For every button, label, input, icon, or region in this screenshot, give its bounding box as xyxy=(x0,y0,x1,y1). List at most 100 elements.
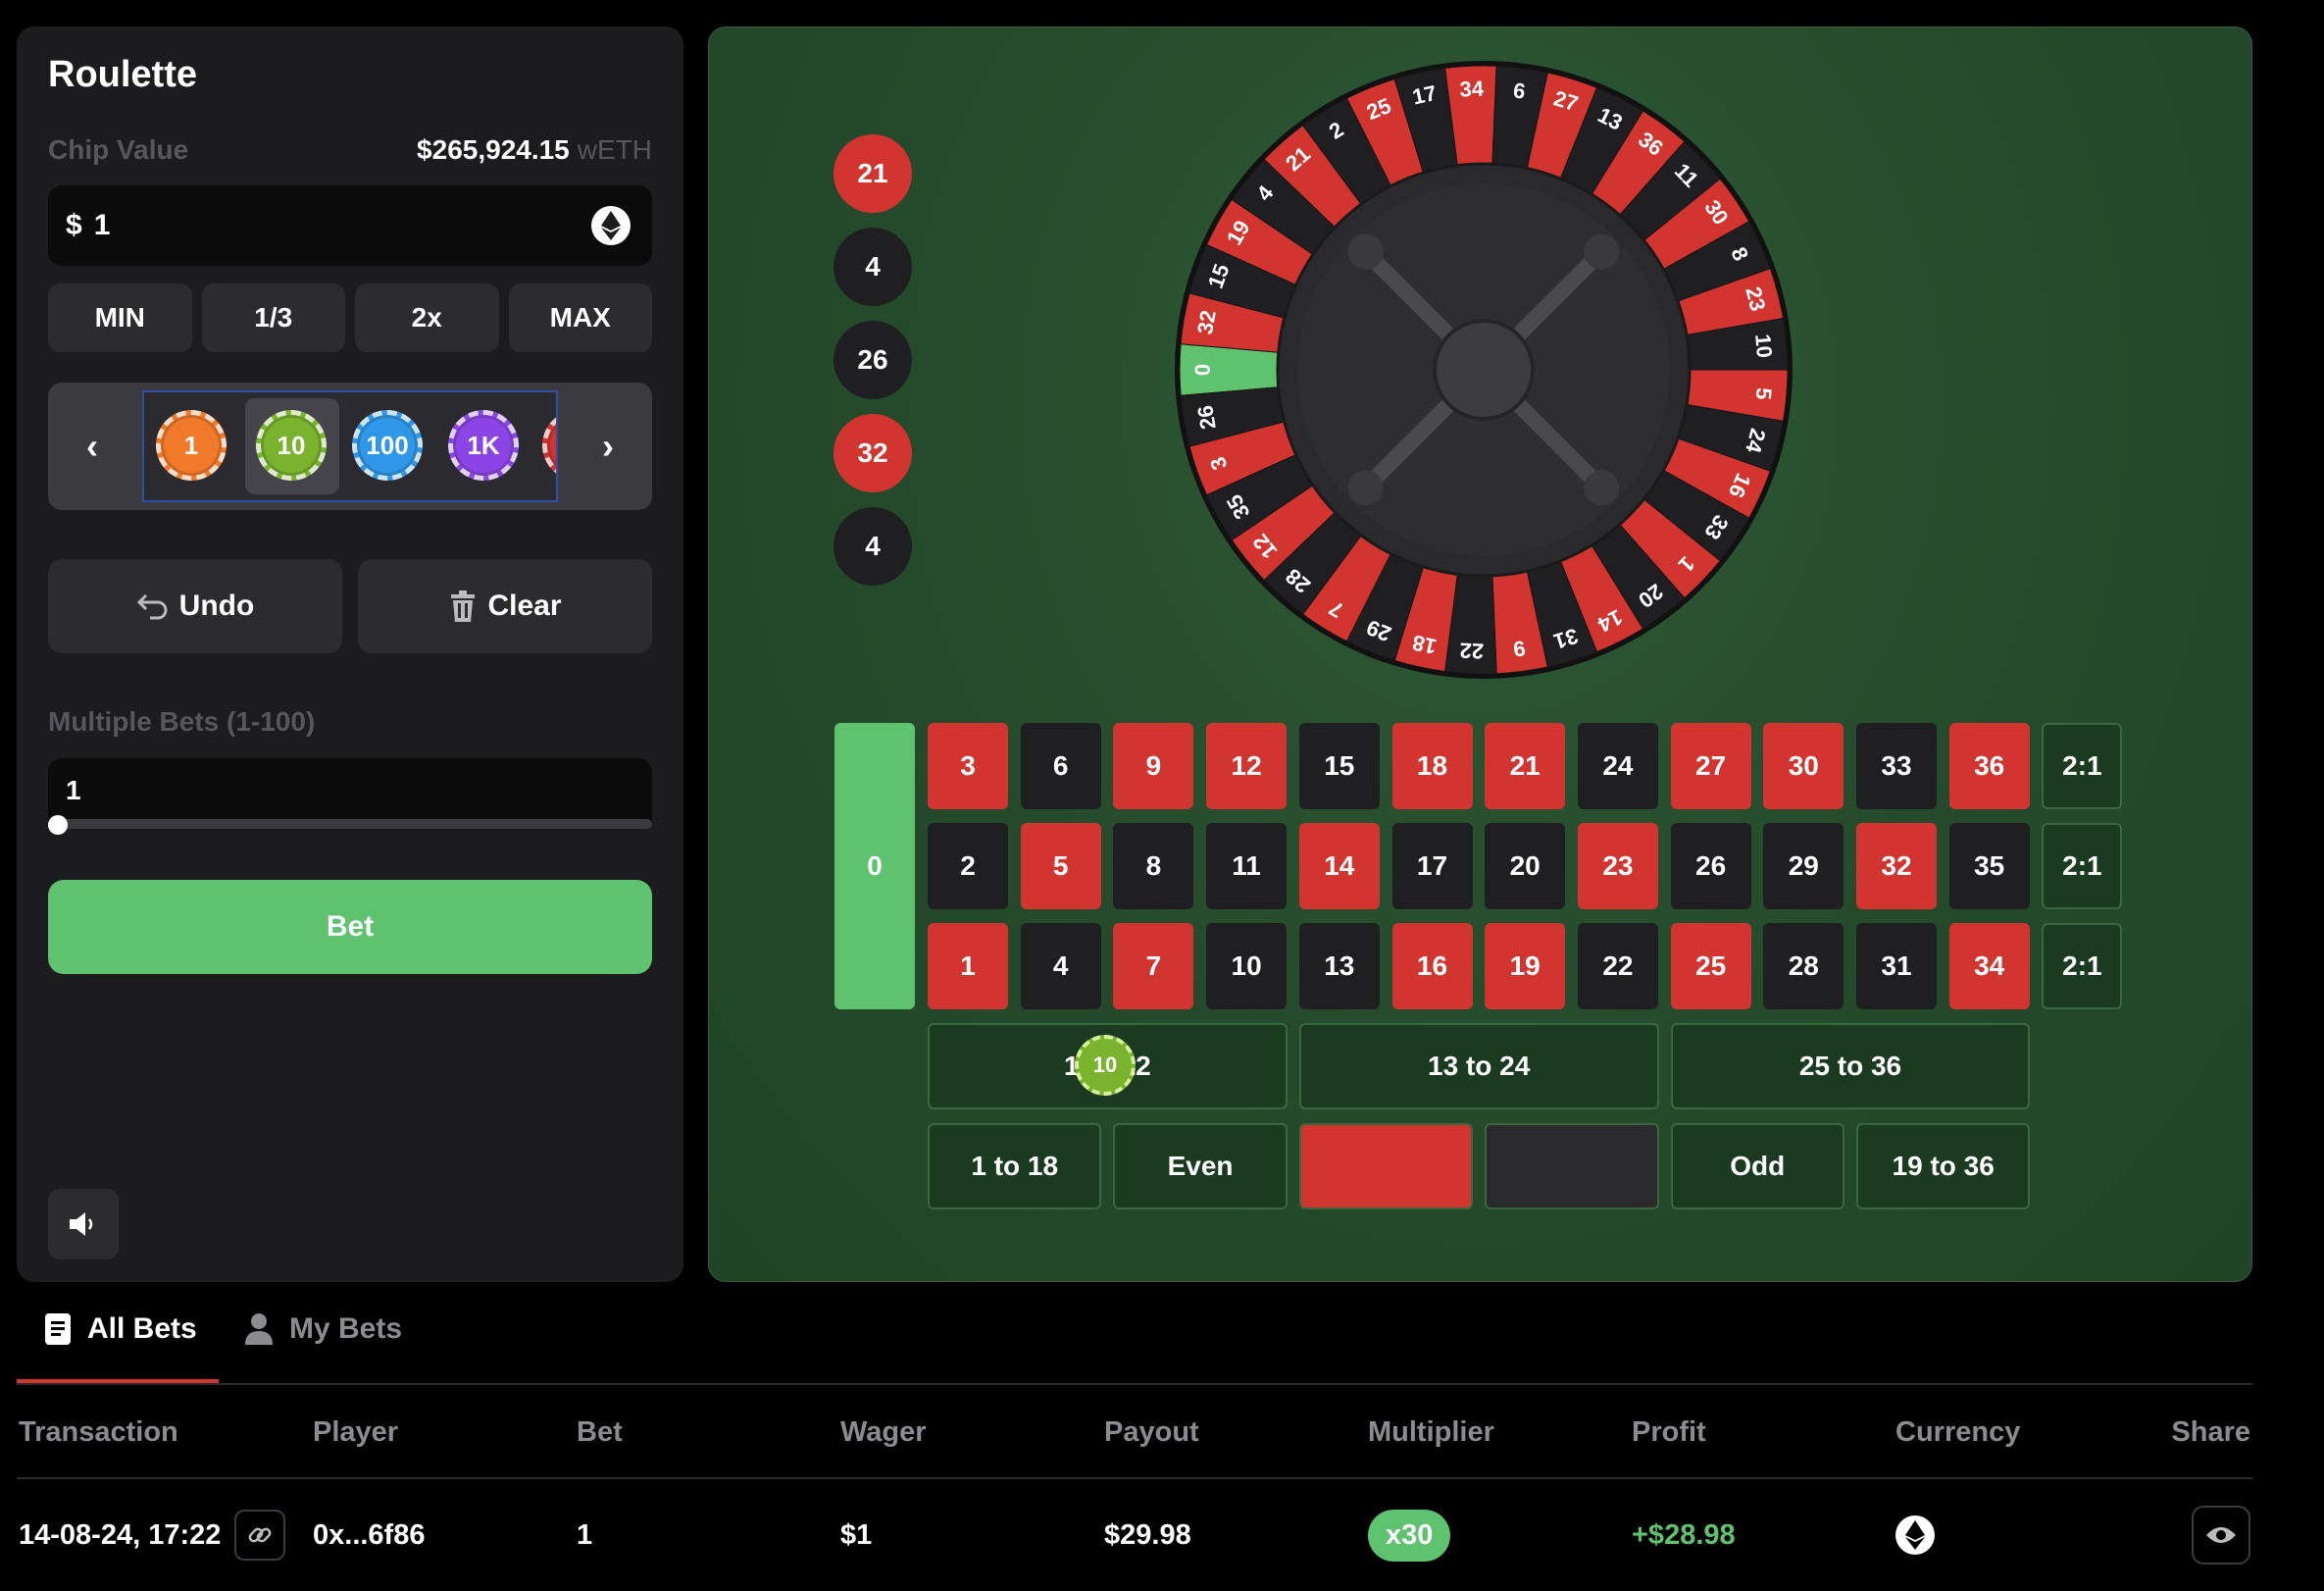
bet-cell-25[interactable]: 25 xyxy=(1670,923,1751,1009)
wheel-number: 32 xyxy=(1192,308,1221,335)
link-icon[interactable] xyxy=(234,1510,286,1561)
chip-selector: ‹ 1 10 100 1K › xyxy=(48,383,652,510)
bet-cell-7[interactable]: 7 xyxy=(1113,923,1194,1009)
bets-tabs: All Bets My Bets xyxy=(17,1275,2252,1385)
multiple-bets-slider[interactable] xyxy=(48,819,652,829)
wheel-hub xyxy=(1433,319,1535,421)
chip-100[interactable]: 100 xyxy=(352,410,423,481)
wheel-number: 5 xyxy=(1751,386,1777,400)
tab-my-bets[interactable]: My Bets xyxy=(244,1275,402,1383)
roulette-table: 21 4 26 32 4 0 32 15 19 4 21 2 25 17 34 6 27 13 36 11 30 8 23… xyxy=(708,26,2252,1282)
chip-carousel: 1 10 100 1K xyxy=(142,390,558,502)
bet-cell-9[interactable]: 9 xyxy=(1113,723,1194,809)
double-button[interactable]: 2x xyxy=(355,283,499,352)
bet-cell-16[interactable]: 16 xyxy=(1391,923,1473,1009)
chip-label: 1 xyxy=(183,430,199,460)
bet-cell-18[interactable]: 18 xyxy=(1391,723,1473,809)
dozen-bet-2[interactable]: 13 to 24 xyxy=(1298,1023,1659,1109)
slider-thumb[interactable] xyxy=(48,815,68,835)
bet-cell-24[interactable]: 24 xyxy=(1577,723,1658,809)
undo-button[interactable]: Undo xyxy=(48,559,342,653)
bet-cell-27[interactable]: 27 xyxy=(1670,723,1751,809)
clear-button[interactable]: Clear xyxy=(358,559,652,653)
bet-cell-36[interactable]: 36 xyxy=(1948,723,2030,809)
chevron-left-icon[interactable]: ‹ xyxy=(48,383,136,510)
bet-cell-33[interactable]: 33 xyxy=(1856,723,1937,809)
multiple-bets-input[interactable] xyxy=(64,774,613,807)
bet-cell-23[interactable]: 23 xyxy=(1577,823,1658,909)
chip-1k[interactable]: 1K xyxy=(448,410,519,481)
bet-cell-1[interactable]: 1 xyxy=(928,923,1008,1009)
eye-icon[interactable] xyxy=(2192,1506,2250,1565)
bet-cell-5[interactable]: 5 xyxy=(1020,823,1101,909)
chevron-right-icon[interactable]: › xyxy=(564,383,652,510)
bet-cell-2[interactable]: 2 xyxy=(928,823,1008,909)
bet-cell-22[interactable]: 22 xyxy=(1577,923,1658,1009)
wheel-number: 10 xyxy=(1750,333,1777,359)
low-bet[interactable]: 1 to 18 xyxy=(928,1123,1102,1209)
column-bet-2[interactable]: 2:1 xyxy=(2042,823,2123,909)
chip-10[interactable]: 10 xyxy=(256,410,327,481)
bet-cell-12[interactable]: 12 xyxy=(1206,723,1288,809)
ethereum-icon xyxy=(1895,1515,1935,1555)
bet-cell-28[interactable]: 28 xyxy=(1763,923,1844,1009)
active-tab-underline xyxy=(17,1379,219,1383)
bet-cell-14[interactable]: 14 xyxy=(1298,823,1380,909)
bet-cell-20[interactable]: 20 xyxy=(1485,823,1566,909)
bet-cell-26[interactable]: 26 xyxy=(1670,823,1751,909)
wheel-number: 18 xyxy=(1410,630,1439,659)
bet-cell-15[interactable]: 15 xyxy=(1298,723,1380,809)
bet-cell-31[interactable]: 31 xyxy=(1856,923,1937,1009)
black-bet[interactable] xyxy=(1485,1123,1659,1209)
bet-cell-3[interactable]: 3 xyxy=(928,723,1008,809)
multiplier-cell: x30 xyxy=(1368,1481,1451,1589)
bet-button[interactable]: Bet xyxy=(48,880,652,974)
placed-chip[interactable]: 10 xyxy=(1075,1035,1136,1096)
chip-value-input[interactable] xyxy=(91,208,563,243)
transaction-cell: 14-08-24, 17:22 xyxy=(19,1481,286,1589)
bet-cell-6[interactable]: 6 xyxy=(1020,723,1101,809)
column-bet-3[interactable]: 2:1 xyxy=(2042,923,2123,1009)
sound-toggle-button[interactable] xyxy=(48,1189,119,1259)
bet-cell-17[interactable]: 17 xyxy=(1391,823,1473,909)
bet-cell-11[interactable]: 11 xyxy=(1206,823,1288,909)
bet-cell-29[interactable]: 29 xyxy=(1763,823,1844,909)
chip-next-partial[interactable] xyxy=(542,410,556,481)
chip-label: 100 xyxy=(366,430,409,460)
odd-bet[interactable]: Odd xyxy=(1670,1123,1844,1209)
player-cell: 0x...6f86 xyxy=(313,1518,426,1551)
dozen-bet-3[interactable]: 25 to 36 xyxy=(1670,1023,2031,1109)
third-button[interactable]: 1/3 xyxy=(201,283,345,352)
high-bet[interactable]: 19 to 36 xyxy=(1856,1123,2031,1209)
currency-prefix: $ xyxy=(66,209,82,241)
bet-cell-10[interactable]: 10 xyxy=(1206,923,1288,1009)
bet-cell-35[interactable]: 35 xyxy=(1948,823,2030,909)
undo-label: Undo xyxy=(178,590,255,622)
column-header: Player xyxy=(313,1415,399,1448)
column-bet-1[interactable]: 2:1 xyxy=(2042,723,2123,809)
wager-cell: $1 xyxy=(840,1518,873,1551)
history-result: 4 xyxy=(834,507,912,586)
even-bet[interactable]: Even xyxy=(1113,1123,1288,1209)
tab-all-bets[interactable]: All Bets xyxy=(44,1275,197,1383)
bet-cell-0[interactable]: 0 xyxy=(834,723,915,1009)
chip-value-field[interactable]: $ xyxy=(48,185,652,266)
bet-cell-19[interactable]: 19 xyxy=(1485,923,1566,1009)
bet-cell-21[interactable]: 21 xyxy=(1485,723,1566,809)
red-bet[interactable] xyxy=(1298,1123,1474,1209)
multiple-bets-field[interactable] xyxy=(48,758,652,823)
bet-cell-8[interactable]: 8 xyxy=(1113,823,1194,909)
history-result: 26 xyxy=(834,321,912,399)
bet-cell-32[interactable]: 32 xyxy=(1856,823,1937,909)
max-button[interactable]: MAX xyxy=(508,283,652,352)
wheel-number: 17 xyxy=(1410,80,1439,110)
column-header: Multiplier xyxy=(1368,1415,1494,1448)
bet-cell-13[interactable]: 13 xyxy=(1298,923,1380,1009)
chip-1[interactable]: 1 xyxy=(156,410,227,481)
quick-amount-buttons: MIN 1/3 2x MAX xyxy=(48,283,652,352)
bet-cell-34[interactable]: 34 xyxy=(1948,923,2030,1009)
min-button[interactable]: MIN xyxy=(48,283,192,352)
bet-cell-30[interactable]: 30 xyxy=(1763,723,1844,809)
balance-display: $265,924.15 wETH xyxy=(417,134,652,166)
bet-cell-4[interactable]: 4 xyxy=(1020,923,1101,1009)
